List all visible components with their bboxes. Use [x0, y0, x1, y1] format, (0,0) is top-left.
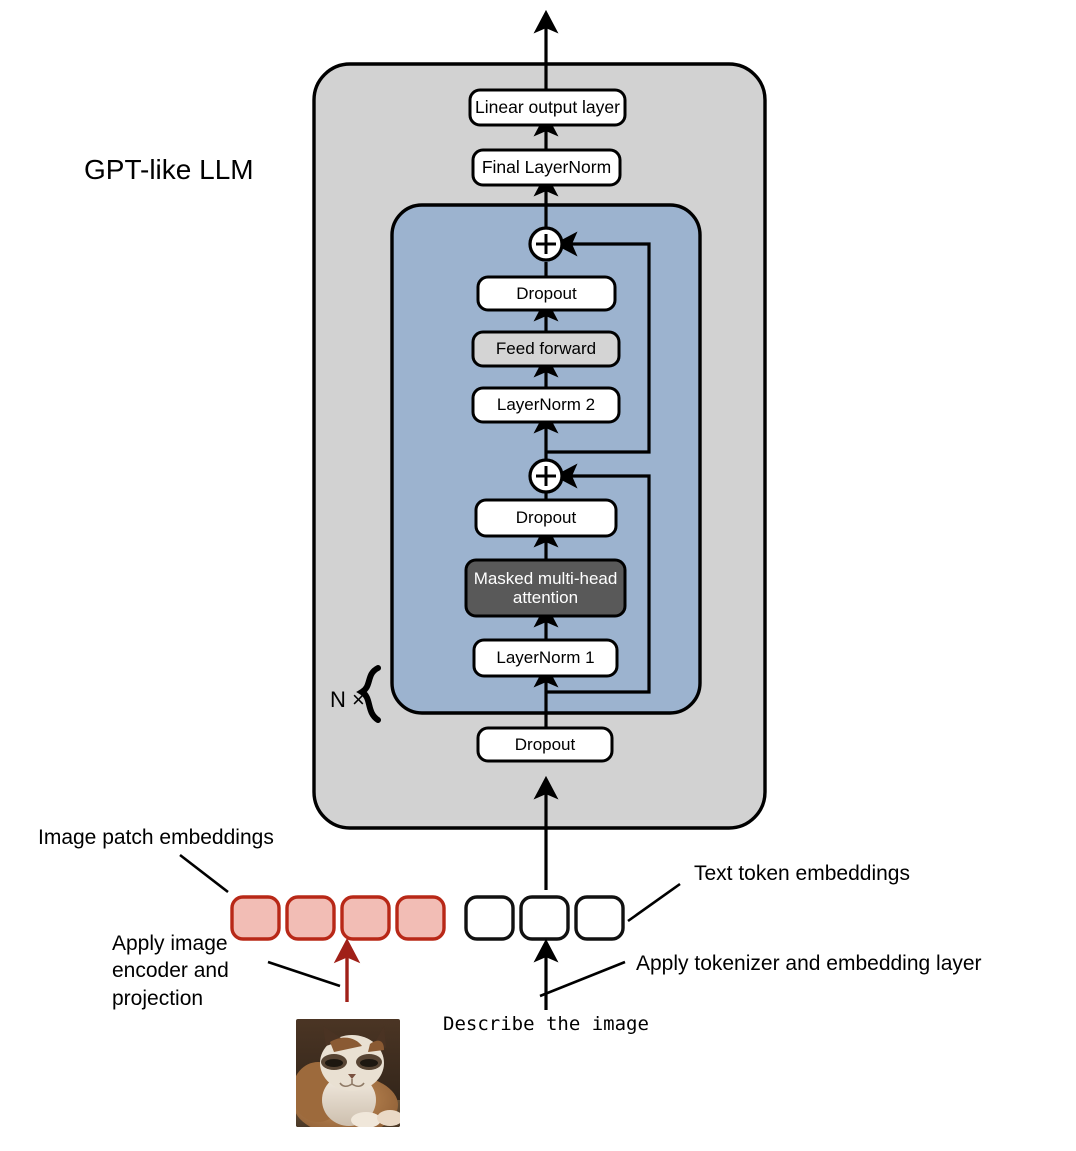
final-layernorm-box	[471, 148, 622, 187]
image-patch-box-4	[395, 895, 446, 941]
image-patch-box-1	[230, 895, 281, 941]
layernorm-1-box	[472, 638, 619, 678]
masked-multi-head-attention-box	[464, 558, 627, 618]
text-token-embeddings-label: Text token embeddings	[694, 862, 910, 885]
apply-tokenizer-label: Apply tokenizer and embedding layer	[636, 952, 982, 975]
image-patch-embedding-boxes	[230, 895, 446, 941]
text-token-box-2	[519, 895, 570, 941]
apply-image-encoder-label: Apply image encoder and projection	[112, 932, 229, 1010]
dropout-after-ff-box	[476, 275, 617, 312]
cat-image	[296, 1019, 400, 1127]
text-token-embedding-boxes	[464, 895, 625, 941]
text-token-box-1	[464, 895, 515, 941]
image-patch-box-3	[340, 895, 391, 941]
dropout-after-attention-box	[474, 498, 618, 538]
page-title: GPT-like LLM	[84, 154, 254, 185]
image-patch-box-2	[285, 895, 336, 941]
feed-forward-box	[471, 330, 621, 368]
prompt-text: Describe the image	[443, 1013, 649, 1035]
repeat-count-label: N ×	[330, 687, 365, 712]
text-token-box-3	[574, 895, 625, 941]
diagram-canvas: GPT-like LLM Linear output layer Final L…	[0, 0, 1076, 1151]
linear-output-layer-box	[468, 88, 627, 127]
leader-apply-tokenizer	[539, 960, 626, 998]
layernorm-2-box	[471, 386, 621, 424]
leader-apply-image-encoder	[267, 960, 341, 988]
residual-add-node-2	[528, 226, 564, 262]
image-patch-embeddings-label: Image patch embeddings	[38, 826, 274, 849]
leader-image-patch-embeddings	[179, 853, 229, 894]
dropout-embeddings-box	[476, 726, 614, 763]
leader-text-token-embeddings	[627, 882, 681, 923]
residual-add-node-1	[528, 458, 564, 494]
